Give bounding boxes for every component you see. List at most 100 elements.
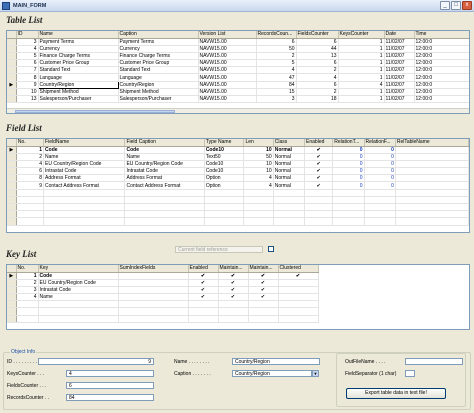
table-cell[interactable]: 0 xyxy=(332,146,365,154)
column-header[interactable]: No. xyxy=(16,139,45,147)
table-cell[interactable]: Code10 xyxy=(204,146,245,154)
column-header[interactable]: RelTableName xyxy=(395,139,469,147)
table-cell[interactable]: 6 xyxy=(296,59,339,68)
table-cell[interactable]: Code10 xyxy=(204,160,245,169)
row-selector[interactable] xyxy=(7,45,17,53)
table-list-grid[interactable]: ID Name Caption Version List RecordsCoun... F… xyxy=(6,30,470,114)
table-cell[interactable]: 0 xyxy=(364,160,396,169)
key-list-grid[interactable]: No. Key SumIndexFields Enabled Maintain... Ma… xyxy=(6,264,470,330)
table-cell[interactable]: Name xyxy=(43,153,126,161)
table-cell[interactable]: 3 xyxy=(256,95,297,104)
table-cell[interactable]: 0 xyxy=(364,153,396,161)
current-field-reference-input[interactable]: Current field reference xyxy=(175,246,263,253)
table-cell[interactable]: Standard Text xyxy=(118,66,199,75)
table-cell[interactable]: 0 xyxy=(332,181,365,190)
table-cell[interactable] xyxy=(118,286,189,295)
row-selector[interactable] xyxy=(7,160,17,169)
current-field-checkbox[interactable] xyxy=(268,246,274,252)
table-cell[interactable] xyxy=(395,167,469,176)
column-header[interactable]: Class xyxy=(273,139,306,147)
table-cell[interactable]: ✔ xyxy=(188,286,219,295)
table-cell[interactable]: 4 xyxy=(243,181,274,190)
table-cell[interactable]: 0 xyxy=(364,146,396,154)
table-cell[interactable]: Finance Charge Terms xyxy=(38,52,119,61)
table-cell[interactable]: Standard Text xyxy=(38,66,119,75)
table-cell[interactable]: 0 xyxy=(364,174,396,183)
table-cell[interactable]: Code xyxy=(43,146,126,154)
table-cell[interactable]: NAVW15.00 xyxy=(198,95,257,104)
table-cell[interactable]: 6 xyxy=(296,38,339,46)
table-cell[interactable]: EU Country/Region Code xyxy=(38,279,119,287)
table-cell[interactable]: Country/Region xyxy=(37,80,119,89)
table-cell[interactable] xyxy=(395,146,469,154)
table-row[interactable]: 6 Intrastat Code Intrastat Code Code10 10 Nor… xyxy=(7,167,469,176)
table-cell[interactable]: 11/02/07 xyxy=(384,95,415,104)
table-cell[interactable]: 15 xyxy=(256,88,297,97)
table-cell[interactable]: ✔ xyxy=(304,167,334,176)
table-cell[interactable]: 4 xyxy=(296,73,339,82)
table-cell[interactable]: 5 xyxy=(16,52,39,61)
table-cell[interactable]: ✔ xyxy=(188,279,219,287)
table-cell[interactable]: 12:00:0 xyxy=(414,95,469,104)
table-cell[interactable]: 2 xyxy=(16,153,45,161)
close-button[interactable]: x xyxy=(462,1,472,10)
table-cell[interactable]: 5 xyxy=(256,59,297,68)
table-cell[interactable] xyxy=(395,174,469,183)
table-cell[interactable]: 1 xyxy=(338,52,385,61)
table-cell[interactable]: 2 xyxy=(296,88,339,97)
table-cell[interactable]: 3 xyxy=(16,286,39,295)
table-cell[interactable]: 0 xyxy=(332,174,365,183)
table-cell[interactable]: 12:00:0 xyxy=(414,52,469,61)
row-selector-header[interactable] xyxy=(7,265,17,273)
table-cell[interactable]: NAVW15.00 xyxy=(198,59,257,68)
table-cell[interactable]: 13 xyxy=(296,52,339,61)
table-cell[interactable]: ✔ xyxy=(304,146,334,154)
table-cell[interactable]: NAVW15.00 xyxy=(198,88,257,97)
table-cell[interactable]: 44 xyxy=(296,45,339,53)
column-header[interactable]: RecordsCoun... xyxy=(256,31,297,39)
row-selector[interactable] xyxy=(7,293,17,302)
table-cell[interactable]: 11/02/07 xyxy=(384,52,415,61)
minimize-button[interactable]: _ xyxy=(440,1,450,10)
table-cell[interactable]: 0 xyxy=(364,181,396,190)
table-cell[interactable]: Shipment Method xyxy=(118,88,199,97)
table-cell[interactable]: 11/02/07 xyxy=(384,38,415,46)
table-cell[interactable]: Code xyxy=(124,146,205,154)
table-cell[interactable]: NAVW15.00 xyxy=(198,52,257,61)
table-cell[interactable]: ✔ xyxy=(218,272,249,280)
column-header[interactable]: RelationT... xyxy=(332,139,365,147)
table-cell[interactable]: Name xyxy=(124,153,205,161)
table-cell[interactable]: Intrastat Code xyxy=(38,286,119,295)
table-cell[interactable]: 18 xyxy=(296,95,339,104)
row-selector[interactable] xyxy=(7,153,17,161)
table-cell[interactable]: NAVW15.00 xyxy=(198,81,257,89)
table-cell[interactable]: 6 xyxy=(256,38,297,46)
table-cell[interactable]: Customer Price Group xyxy=(118,59,199,68)
table-cell[interactable]: Intrastat Code xyxy=(43,167,126,176)
table-cell[interactable]: 6 xyxy=(16,59,39,68)
table-cell[interactable]: Country/Region xyxy=(118,81,199,89)
column-header[interactable]: KeysCounter xyxy=(338,31,385,39)
table-cell[interactable]: 11/02/07 xyxy=(384,81,415,89)
table-cell[interactable]: Address Format xyxy=(124,174,205,183)
row-selector[interactable] xyxy=(7,286,17,295)
column-header[interactable]: Maintain... xyxy=(248,265,279,273)
table-cell[interactable]: 12:00:0 xyxy=(414,59,469,68)
table-row[interactable]: 6 Customer Price Group Customer Price Grou… xyxy=(7,59,469,68)
table-cell[interactable]: 4 xyxy=(243,174,274,183)
row-selector[interactable] xyxy=(7,279,17,287)
column-header[interactable]: No. xyxy=(16,265,39,273)
table-row[interactable]: 3 Intrastat Code ✔ ✔ ✔ xyxy=(7,286,469,295)
table-cell[interactable]: 1 xyxy=(338,59,385,68)
table-cell[interactable]: 12:00:0 xyxy=(414,38,469,46)
table-cell[interactable]: 2 xyxy=(256,52,297,61)
table-cell[interactable]: 1 xyxy=(338,45,385,53)
table-cell[interactable]: 0 xyxy=(332,167,365,176)
table-cell[interactable]: 1 xyxy=(16,272,39,280)
table-cell[interactable]: 9 xyxy=(16,181,45,190)
table-cell[interactable]: Normal xyxy=(273,146,306,154)
caption-field[interactable]: Country/Region xyxy=(232,370,312,377)
table-cell[interactable]: ✔ xyxy=(218,279,249,287)
table-cell[interactable]: 13 xyxy=(16,95,39,104)
table-row[interactable]: 5 Finance Charge Terms Finance Charge Term… xyxy=(7,52,469,61)
